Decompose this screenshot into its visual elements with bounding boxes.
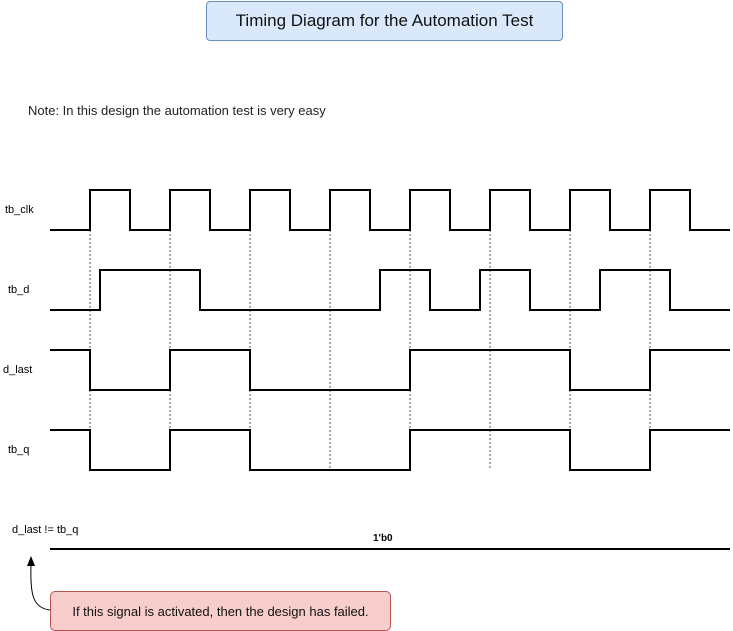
waveform-tb-d <box>50 269 730 311</box>
callout-arrow <box>27 556 51 611</box>
waveform-tb-clk <box>50 189 730 231</box>
timing-diagram <box>27 189 730 611</box>
waveform-d-last <box>50 349 730 391</box>
failure-callout: If this signal is activated, then the de… <box>50 591 391 631</box>
waveform-tb-q <box>50 429 730 471</box>
